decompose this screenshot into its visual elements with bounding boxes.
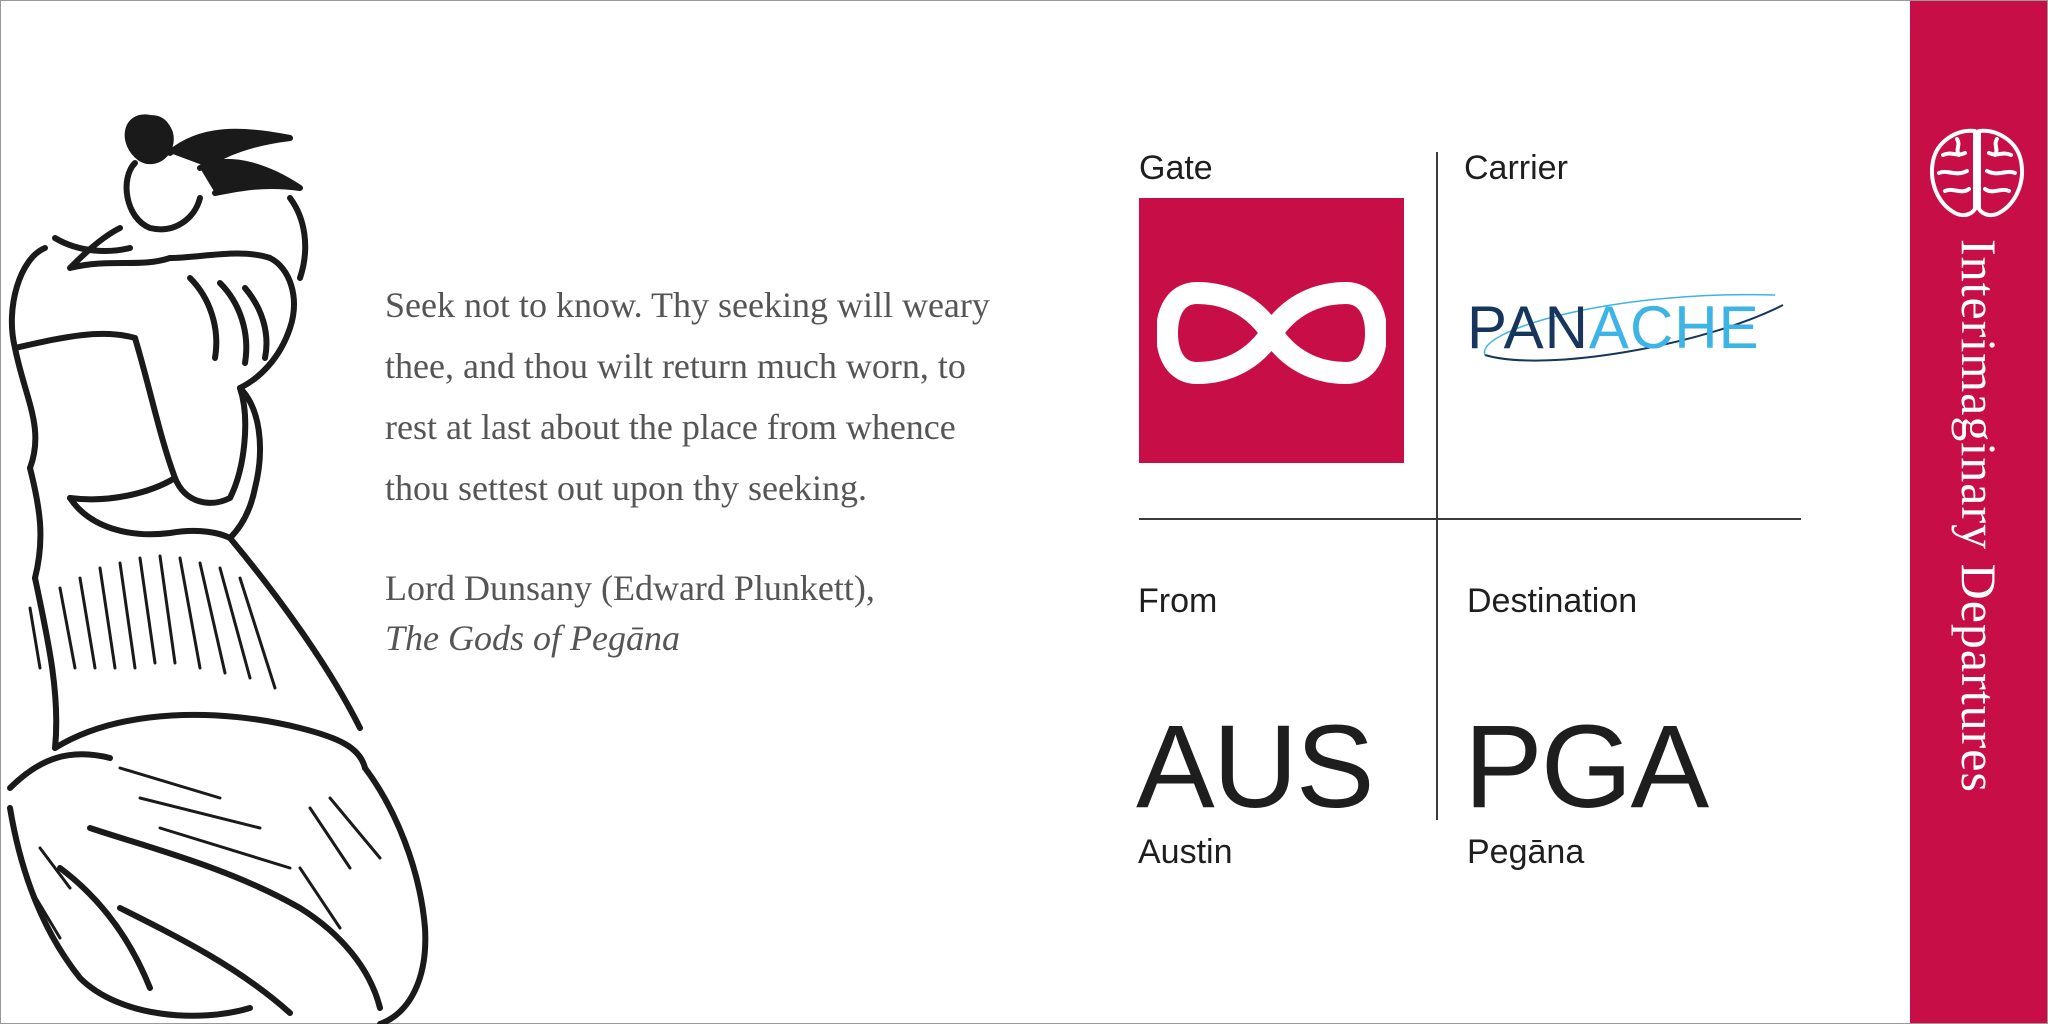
kneeling-woman-illustration: [7, 114, 429, 1024]
destination-code: PGA: [1464, 701, 1709, 833]
grid-divider-horizontal: [1139, 518, 1801, 520]
quote-line: Seek not to know. Thy seeking will weary: [385, 285, 990, 325]
quote-line: rest at last about the place from whence: [385, 407, 956, 447]
from-label: From: [1138, 582, 1218, 620]
carrier-label: Carrier: [1464, 149, 1568, 187]
quote-line: thee, and thou wilt return much worn, to: [385, 346, 966, 386]
sidebar-banner: Interimaginary Departures: [1910, 1, 2047, 1023]
origin-city: Austin: [1138, 833, 1233, 871]
gate-label: Gate: [1139, 149, 1213, 187]
destination-city: Pegāna: [1467, 833, 1585, 871]
quote-text: Seek not to know. Thy seeking will weary…: [385, 275, 1035, 519]
infinity-icon: [1157, 281, 1386, 385]
carrier-name-part2: ACHE: [1588, 294, 1760, 361]
origin-code: AUS: [1136, 701, 1375, 833]
grid-divider-vertical-bottom: [1436, 520, 1438, 820]
quote-line: thou settest out upon thy seeking.: [385, 468, 867, 508]
destination-label: Destination: [1467, 582, 1638, 620]
quote-book-title: The Gods of Pegāna: [385, 618, 680, 658]
quote-attribution: Lord Dunsany (Edward Plunkett), The Gods…: [385, 563, 1035, 663]
brain-icon: [1930, 128, 2024, 218]
carrier-name: PANACHE: [1467, 298, 1760, 358]
gate-logo: [1139, 198, 1404, 463]
carrier-name-part1: PAN: [1467, 294, 1589, 361]
quote-author: Lord Dunsany (Edward Plunkett),: [385, 568, 875, 608]
carrier-logo: PANACHE: [1465, 285, 1805, 375]
sidebar-title: Interimaginary Departures: [1951, 239, 2007, 793]
grid-divider-vertical-top: [1436, 152, 1438, 520]
